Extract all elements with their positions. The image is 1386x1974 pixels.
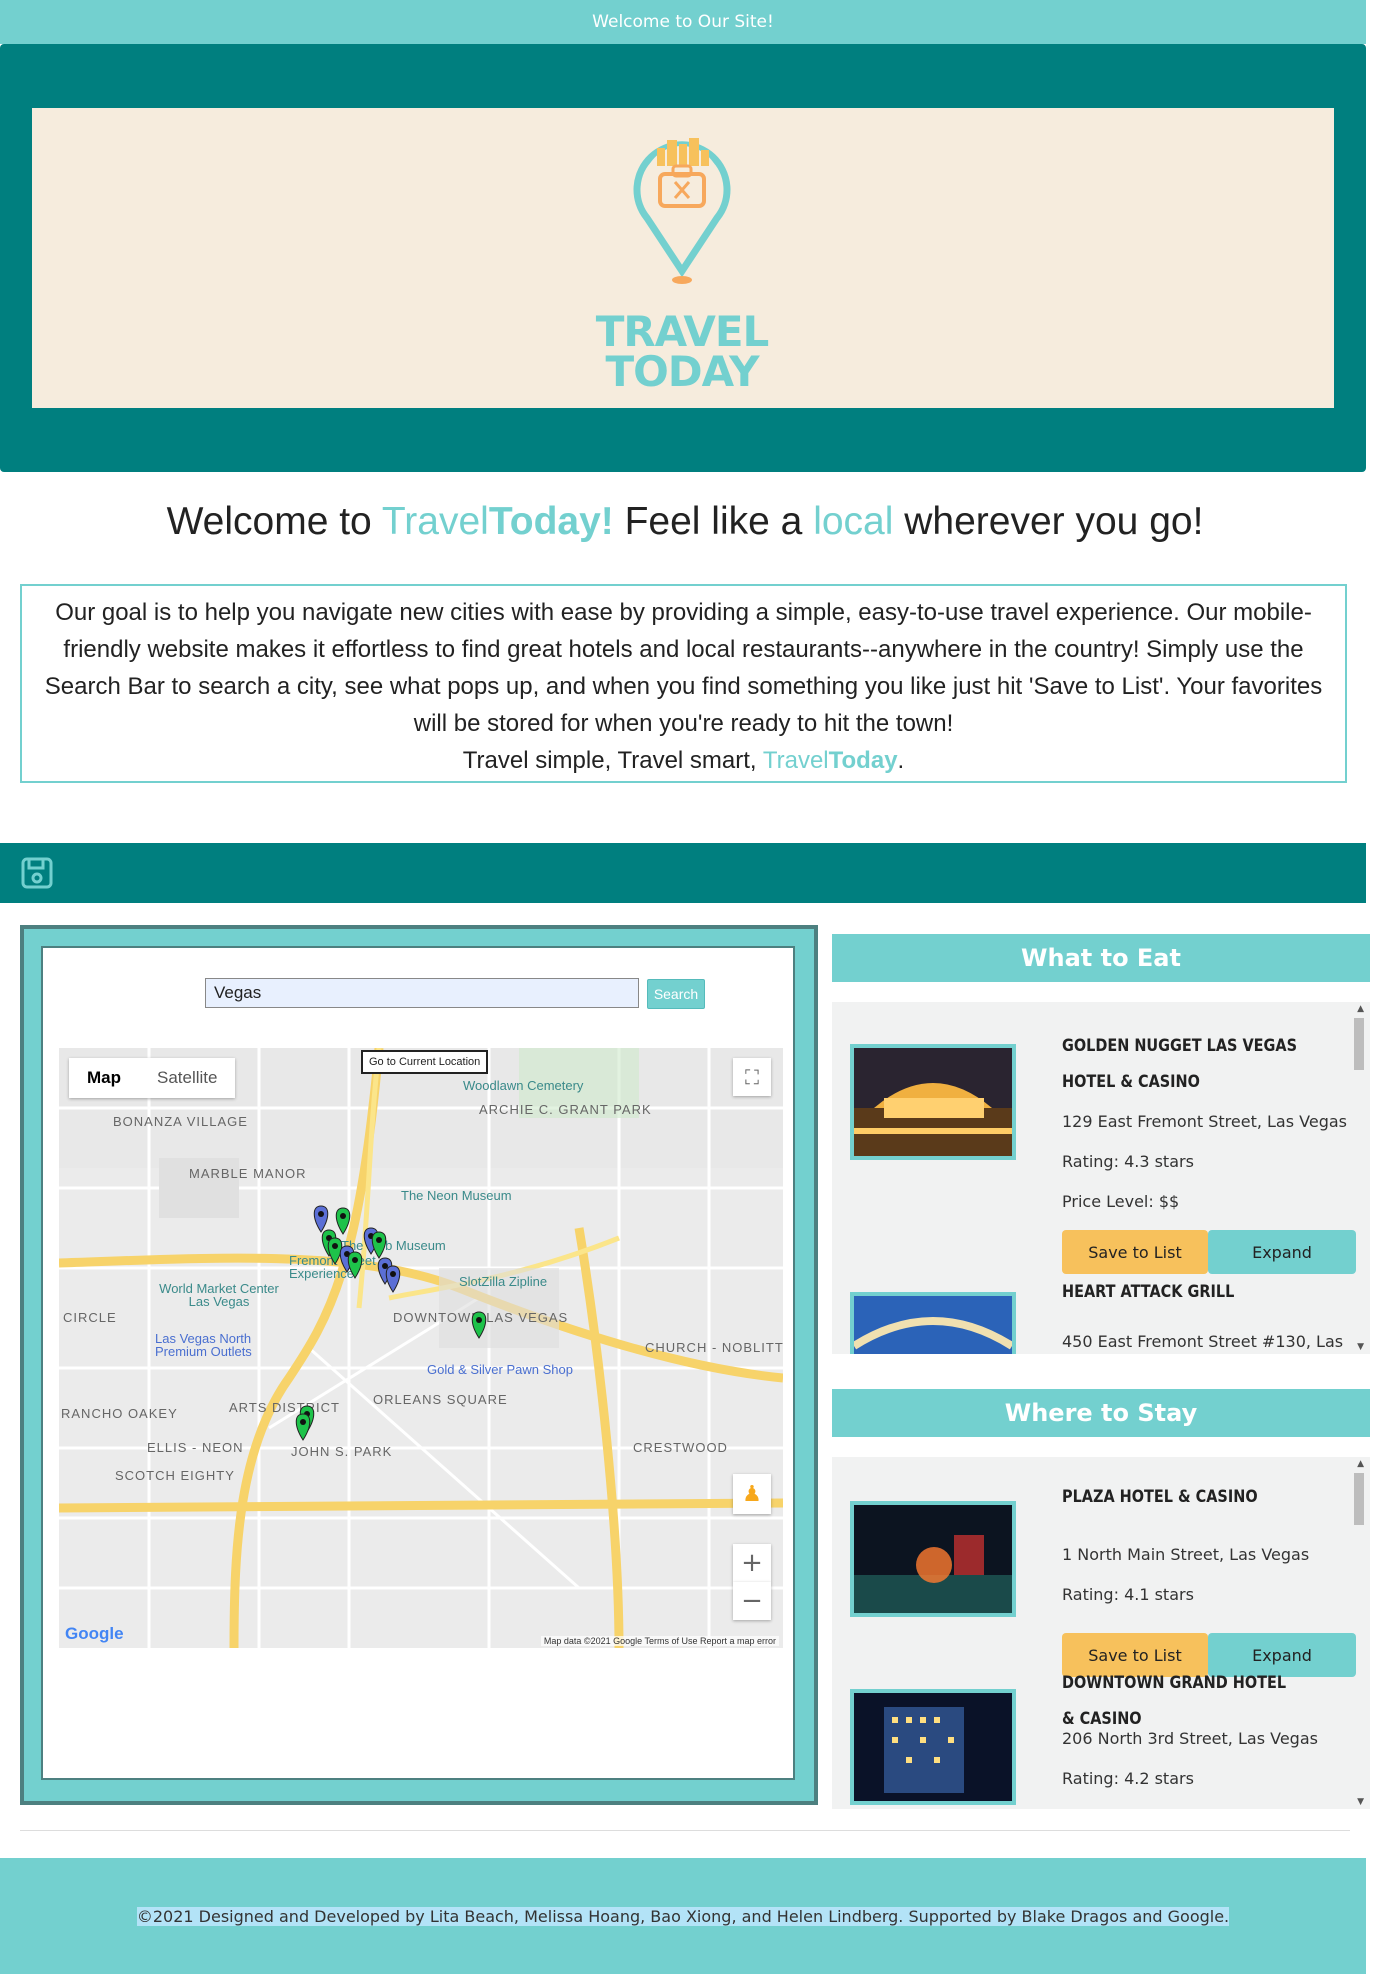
- eat-list[interactable]: ▲ ▼ Golden Nugget Las Vegas Hotel & Casi…: [832, 1002, 1370, 1354]
- eat-item-rating: Rating: 4.3 stars: [1062, 1152, 1194, 1171]
- map-pin-marker[interactable]: [385, 1265, 401, 1293]
- pin-shadow-dot: [672, 276, 692, 284]
- logo-word-today: TODAY: [605, 347, 759, 396]
- top-banner-text: Welcome to Our Site!: [592, 12, 774, 32]
- welcome-post: wherever you go!: [893, 500, 1204, 543]
- map-attribution[interactable]: Map data ©2021 Google Terms of Use Repor…: [540, 1636, 779, 1646]
- search-button[interactable]: Search: [647, 979, 705, 1009]
- zoom-out-button[interactable]: −: [733, 1582, 771, 1620]
- map-pin-dot: [382, 1263, 388, 1269]
- expand-button[interactable]: Expand: [1208, 1230, 1356, 1274]
- welcome-local: local: [813, 500, 894, 543]
- logo-panel: TRAVEL TODAY: [32, 108, 1334, 408]
- footer: ©2021 Designed and Developed by Lita Bea…: [0, 1858, 1366, 1974]
- scroll-up-icon[interactable]: ▲: [1357, 1004, 1364, 1014]
- map-type-satellite[interactable]: Satellite: [139, 1058, 235, 1098]
- map-pin-marker[interactable]: [295, 1413, 311, 1441]
- where-to-stay-heading: Where to Stay: [832, 1389, 1370, 1437]
- map-type-control: Map Satellite: [69, 1058, 236, 1098]
- hero-banner: TRAVEL TODAY: [0, 44, 1366, 472]
- intro-tagline: Travel simple, Travel smart, TravelToday…: [28, 742, 1339, 779]
- tagline-end: .: [897, 747, 905, 774]
- map-pin-dot: [340, 1213, 346, 1219]
- intro-paragraph: Our goal is to help you navigate new cit…: [44, 599, 1323, 737]
- map-pin-dot: [332, 1243, 338, 1249]
- eat-item-address: 129 East Fremont Street, Las Vegas: [1062, 1112, 1347, 1131]
- save-to-list-button[interactable]: Save to List: [1062, 1230, 1208, 1274]
- stay-list[interactable]: ▲ ▼ Plaza Hotel & Casino 1 North Main St…: [832, 1457, 1370, 1809]
- map-pin-marker[interactable]: [471, 1311, 487, 1339]
- map-pin-marker[interactable]: [313, 1205, 329, 1233]
- stay-item-rating: Rating: 4.2 stars: [1062, 1769, 1194, 1788]
- map-inner-panel: Search: [41, 946, 795, 1780]
- eat-image-golden-nugget: [850, 1044, 1016, 1160]
- map-pin-marker[interactable]: [327, 1237, 343, 1265]
- what-to-eat-heading: What to Eat: [832, 934, 1370, 982]
- stay-item-name: Downtown Grand Hotel & Casino: [1062, 1673, 1287, 1729]
- map-pin-dot: [376, 1237, 382, 1243]
- tagline-brand-today: Today: [828, 747, 898, 774]
- welcome-mid: Feel like a: [613, 500, 814, 543]
- google-map[interactable]: BONANZA VILLAGE MARBLE MANOR ARCHIE C. G…: [59, 1048, 783, 1648]
- stay-image-plaza: [850, 1501, 1016, 1617]
- welcome-pre: Welcome to: [166, 500, 382, 543]
- map-card: Search: [20, 925, 818, 1805]
- fullscreen-icon[interactable]: ⛶: [733, 1058, 771, 1096]
- saved-list-bar: [0, 843, 1366, 903]
- city-search-input[interactable]: [205, 978, 639, 1008]
- top-banner: Welcome to Our Site!: [0, 0, 1366, 44]
- logo-word-travel: TRAVEL: [595, 307, 770, 356]
- map-pin-marker[interactable]: [335, 1207, 351, 1235]
- eat-item-name: Golden Nugget Las Vegas Hotel & Casino: [1062, 1036, 1297, 1092]
- map-type-map[interactable]: Map: [69, 1058, 139, 1098]
- stay-item-address: 1 North Main Street, Las Vegas: [1062, 1545, 1310, 1564]
- map-pin-dot: [352, 1257, 358, 1263]
- floppy-save-icon[interactable]: [20, 856, 54, 890]
- tagline-text: Travel simple, Travel smart,: [462, 747, 763, 774]
- welcome-heading: Welcome to TravelToday! Feel like a loca…: [0, 500, 1370, 544]
- scroll-down-icon[interactable]: ▼: [1357, 1342, 1364, 1352]
- brand-travel: Travel: [381, 500, 489, 543]
- footer-divider: [20, 1830, 1350, 1831]
- stay-image-downtown-grand: [850, 1689, 1016, 1805]
- footer-credits: ©2021 Designed and Developed by Lita Bea…: [136, 1906, 1230, 1926]
- map-pin-dot: [390, 1271, 396, 1277]
- map-pin-marker[interactable]: [347, 1251, 363, 1279]
- zoom-in-button[interactable]: +: [733, 1544, 771, 1582]
- map-pin-suitcase-icon: [633, 138, 731, 276]
- current-location-button[interactable]: Go to Current Location: [361, 1050, 489, 1074]
- map-pin-marker[interactable]: [371, 1231, 387, 1259]
- stay-scroll-thumb[interactable]: [1354, 1473, 1364, 1525]
- map-markers[interactable]: [59, 1048, 783, 1648]
- travel-today-logo: TRAVEL TODAY: [592, 126, 772, 396]
- street-view-pegman-icon[interactable]: ♟: [733, 1474, 771, 1514]
- brand-today: Today!: [488, 500, 614, 543]
- scroll-down-icon[interactable]: ▼: [1357, 1797, 1364, 1807]
- eat-scroll-thumb[interactable]: [1354, 1018, 1364, 1070]
- stay-item-name: Plaza Hotel & Casino: [1062, 1487, 1258, 1507]
- tagline-brand-travel: Travel: [762, 747, 829, 774]
- map-pin-dot: [476, 1317, 482, 1323]
- eat-item-price: Price Level: $$: [1062, 1192, 1180, 1211]
- eat-item-address: 450 East Fremont Street #130, Las: [1062, 1332, 1344, 1351]
- eat-image-heart-attack: [850, 1292, 1016, 1354]
- eat-item-name: Heart Attack Grill: [1062, 1282, 1235, 1302]
- map-pin-dot: [318, 1211, 324, 1217]
- google-logo: Google: [65, 1624, 124, 1643]
- map-pin-dot: [300, 1419, 306, 1425]
- stay-item-address: 206 North 3rd Street, Las Vegas: [1062, 1729, 1318, 1748]
- stay-item-rating: Rating: 4.1 stars: [1062, 1585, 1194, 1604]
- scroll-up-icon[interactable]: ▲: [1357, 1459, 1364, 1469]
- intro-box: Our goal is to help you navigate new cit…: [20, 584, 1347, 783]
